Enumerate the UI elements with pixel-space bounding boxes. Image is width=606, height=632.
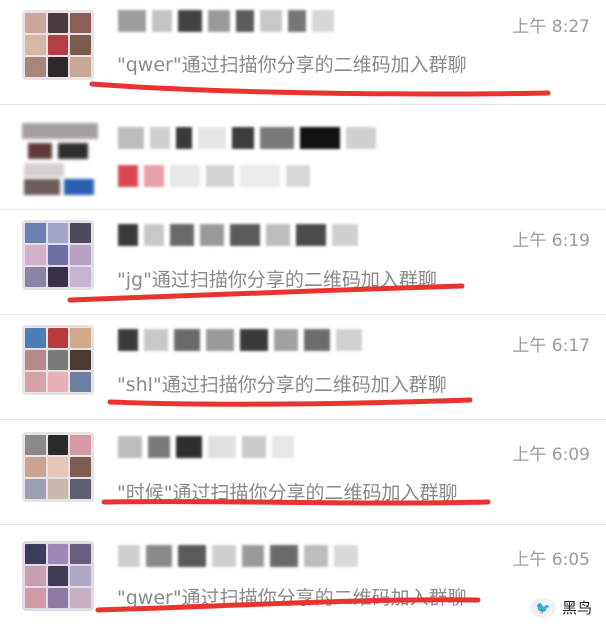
message-preview: "时候"通过扫描你分享的二维码加入群聊 [117, 482, 458, 504]
bird-icon: 🐦 [529, 597, 556, 618]
blurred-chat-name [118, 8, 334, 34]
chat-row[interactable]: 上午 8:27 "qwer"通过扫描你分享的二维码加入群聊 [0, 0, 606, 105]
chat-row[interactable]: 上午 6:09 "时候"通过扫描你分享的二维码加入群聊 [0, 420, 606, 525]
group-avatar [22, 10, 94, 80]
chat-row[interactable]: 上午 6:19 "jg"通过扫描你分享的二维码加入群聊 [0, 210, 606, 315]
watermark-label: 黑鸟 [561, 599, 592, 617]
blurred-chat-name [118, 327, 362, 353]
watermark: 🐦 黑鸟 [529, 597, 592, 618]
blurred-chat-name [118, 434, 294, 460]
message-time: 上午 8:27 [512, 17, 590, 37]
message-time: 上午 6:17 [512, 336, 590, 356]
avatar [22, 117, 98, 197]
group-avatar [22, 432, 94, 502]
message-time: 上午 6:09 [512, 445, 590, 465]
message-preview: "jg"通过扫描你分享的二维码加入群聊 [117, 269, 437, 291]
group-avatar [22, 325, 94, 395]
message-time: 上午 6:19 [512, 231, 590, 251]
message-preview: "shl"通过扫描你分享的二维码加入群聊 [117, 374, 447, 396]
blurred-chat-name [118, 543, 358, 569]
message-preview: "qwer"通过扫描你分享的二维码加入群聊 [117, 587, 467, 609]
message-preview: "qwer"通过扫描你分享的二维码加入群聊 [117, 54, 467, 76]
blurred-chat-name [118, 125, 376, 151]
blurred-chat-name [118, 222, 358, 248]
group-avatar [22, 220, 94, 290]
group-avatar [22, 541, 94, 611]
message-time: 上午 6:05 [512, 550, 590, 570]
chat-row[interactable] [0, 105, 606, 210]
chat-row[interactable]: 上午 6:17 "shl"通过扫描你分享的二维码加入群聊 [0, 315, 606, 420]
chat-row[interactable]: 上午 6:05 "qwer"通过扫描你分享的二维码加入群聊 [0, 525, 606, 630]
blurred-message-preview [118, 163, 310, 189]
